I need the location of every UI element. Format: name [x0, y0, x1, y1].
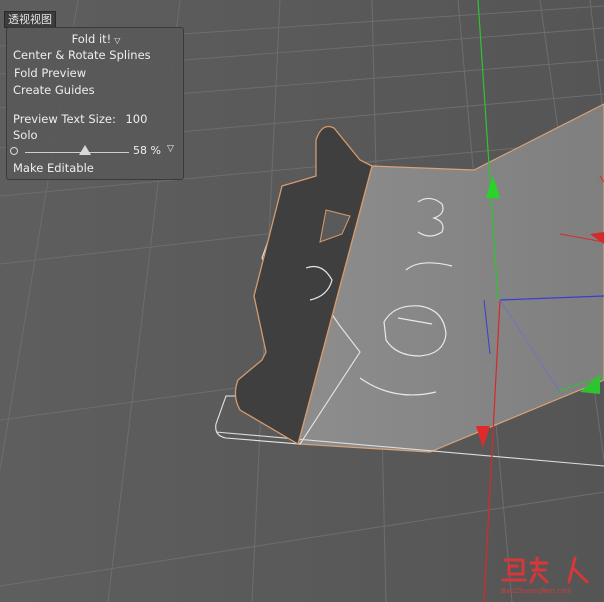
fold-it-panel: Fold it! ▽ Center & Rotate Splines Fold P… [6, 27, 184, 180]
solo-button[interactable]: Solo [13, 128, 38, 142]
fold-slider-thumb[interactable] [79, 145, 92, 155]
preview-text-size-field[interactable]: Preview Text Size: 100 [13, 112, 147, 126]
chevron-down-icon: ▽ [114, 36, 121, 45]
panel-title-text: Fold it! [71, 32, 112, 46]
panel-title-dropdown[interactable]: Fold it! ▽ [7, 32, 185, 46]
chevron-down-icon[interactable]: ▽ [167, 144, 174, 154]
slider-radio-icon[interactable] [10, 147, 18, 155]
fold-preview-button[interactable]: Fold Preview [14, 66, 86, 80]
watermark-logo [501, 556, 589, 584]
fold-slider-value: 58 % [133, 144, 161, 157]
watermark: BaoZhuangRen.com [499, 554, 599, 598]
watermark-url: BaoZhuangRen.com [501, 587, 572, 595]
viewport-label[interactable]: 透视视图 [4, 11, 56, 28]
preview-text-size-value: 100 [125, 112, 148, 126]
preview-text-size-label: Preview Text Size: [13, 112, 116, 126]
center-rotate-splines-button[interactable]: Center & Rotate Splines [13, 48, 151, 62]
create-guides-button[interactable]: Create Guides [13, 83, 95, 97]
make-editable-button[interactable]: Make Editable [13, 161, 94, 175]
3d-viewport[interactable]: 透视视图 Fold it! ▽ Center & Rotate Splines F… [0, 0, 604, 602]
fold-slider-track[interactable] [25, 152, 129, 153]
